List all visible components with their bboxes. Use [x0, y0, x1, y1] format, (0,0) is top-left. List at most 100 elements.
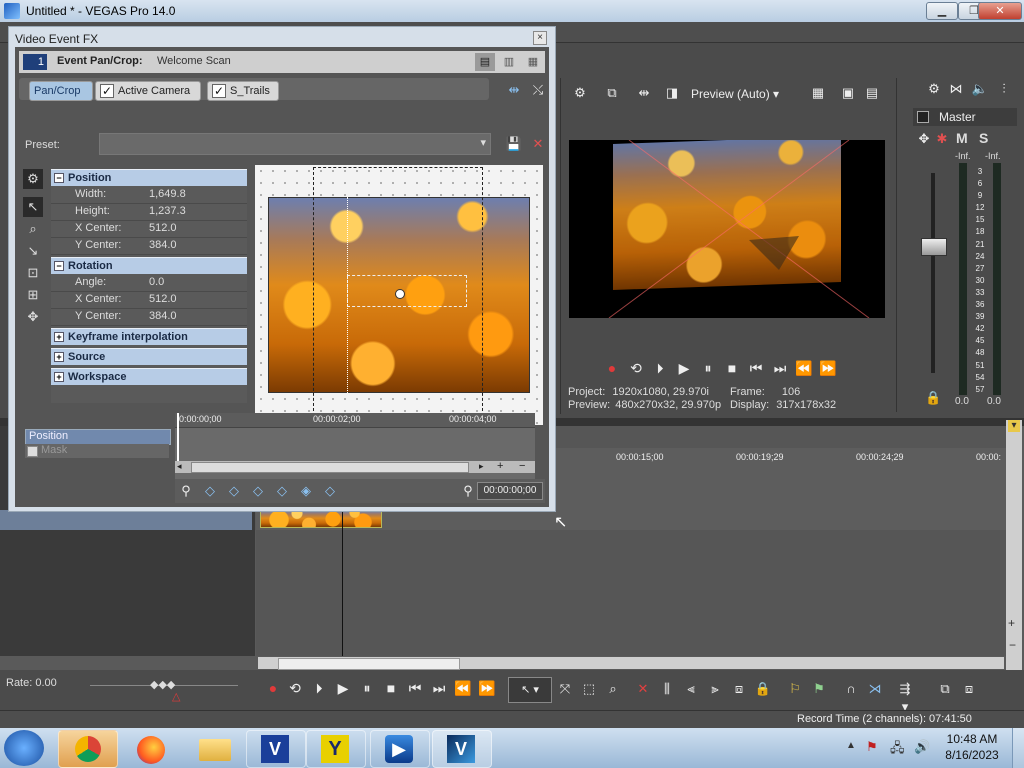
timeline-menu-icon[interactable]: ▾ — [1008, 420, 1020, 432]
playhead-cursor[interactable] — [342, 510, 343, 656]
selection-tool-icon[interactable]: ⬚ — [580, 680, 598, 698]
main-record-button[interactable]: ● — [262, 678, 284, 698]
dim-output-icon[interactable]: 🔈 — [971, 80, 989, 98]
loop-button[interactable]: ⟲ — [625, 358, 647, 378]
center-handle[interactable] — [395, 289, 405, 299]
save-preset-icon[interactable]: 💾 — [505, 135, 523, 153]
main-play-button[interactable]: ▶ — [332, 678, 354, 698]
minimize-button[interactable]: ▁ — [926, 2, 958, 20]
keyframe-time-display[interactable]: 00:00:00;00 — [477, 482, 543, 500]
pan-crop-workspace[interactable] — [255, 165, 543, 425]
main-go-to-start-button[interactable]: ⏮ — [404, 678, 426, 698]
stop-button[interactable]: ■ — [721, 358, 743, 378]
x-center-value[interactable]: 512.0 — [149, 220, 177, 237]
auto-crossfade-icon[interactable]: ⋊ — [866, 680, 884, 698]
split-screen-icon[interactable]: ⇹ — [635, 84, 653, 102]
preset-dropdown[interactable]: ▾ — [99, 133, 491, 155]
ignore-grouping-icon[interactable]: ⧈ — [960, 680, 978, 698]
keyframe-interpolation-header[interactable]: + Keyframe interpolation — [51, 328, 247, 345]
size-about-center-icon[interactable]: ⊞ — [23, 285, 43, 305]
tab-active-camera[interactable]: Active Camera — [95, 81, 201, 101]
kf-scroll-thumb[interactable] — [191, 462, 469, 473]
main-pause-button[interactable]: ⏸ — [356, 678, 378, 698]
main-stop-button[interactable]: ■ — [380, 678, 402, 698]
clock-date[interactable]: 8/16/2023 — [944, 748, 1000, 762]
rotation-y-center-value[interactable]: 384.0 — [149, 308, 177, 325]
move-freely-icon[interactable]: ✥ — [23, 307, 43, 327]
pan-icon[interactable]: ✥ — [915, 130, 933, 148]
explorer-taskbar-button[interactable] — [186, 730, 246, 768]
horizontal-scrollbar[interactable] — [258, 657, 1004, 670]
downmix-icon[interactable]: ⋈ — [947, 80, 965, 98]
show-desktop-button[interactable] — [1012, 728, 1024, 768]
height-value[interactable]: 1,237.3 — [149, 203, 186, 220]
preview-settings-icon[interactable]: ⚙ — [571, 84, 589, 102]
video-event-clip[interactable] — [260, 510, 382, 528]
sync-cursor-icon[interactable]: ↘ — [23, 241, 43, 261]
rotation-section-header[interactable]: − Rotation — [51, 257, 247, 274]
workspace-section-header[interactable]: + Workspace — [51, 368, 247, 385]
action-center-icon[interactable]: ⚑ — [866, 739, 878, 755]
zoom-tool-icon[interactable]: ⌕ — [604, 680, 622, 698]
add-keyframe-icon[interactable]: ◈ — [297, 482, 315, 500]
width-row[interactable]: Width: 1,649.8 — [51, 186, 247, 204]
lock-envelopes-icon[interactable]: ⧉ — [936, 680, 954, 698]
view-list-icon[interactable]: ▤ — [475, 53, 495, 71]
vertical-zoom-scrollbar[interactable]: ▾ + − — [1006, 420, 1022, 672]
volume-icon[interactable]: 🔊 — [914, 739, 930, 755]
tab-pan-crop[interactable]: Pan/Crop — [29, 81, 93, 101]
zoom-out-button[interactable]: − — [1009, 638, 1016, 652]
split-icon[interactable]: ⧈ — [730, 680, 748, 698]
go-to-start-button[interactable]: ⏮ — [745, 358, 767, 378]
width-value[interactable]: 1,649.8 — [149, 186, 186, 203]
lock-aspect-icon[interactable]: ⊡ — [23, 263, 43, 283]
region-icon[interactable]: ⚑ — [810, 680, 828, 698]
keyframe-scrollbar[interactable]: ◂ ▸ + − — [175, 460, 535, 473]
plugin-chain-icon[interactable]: ⇹ — [505, 81, 523, 99]
y-center-row[interactable]: Y Center: 384.0 — [51, 237, 247, 255]
track-header-selected[interactable] — [0, 510, 252, 530]
save-snapshot-icon[interactable]: ▤ — [863, 84, 881, 102]
vegas-y-taskbar-button[interactable]: Y — [306, 730, 366, 768]
main-loop-button[interactable]: ⟲ — [284, 678, 306, 698]
trim-icon[interactable]: ⫼ — [658, 680, 676, 698]
clock-time[interactable]: 10:48 AM — [944, 732, 1000, 746]
active-camera-checkbox[interactable] — [100, 82, 114, 100]
rotation-x-center-row[interactable]: X Center: 512.0 — [51, 291, 247, 309]
sync-cursor-lock-icon[interactable]: ⚲ — [177, 482, 195, 500]
mixer-settings-icon[interactable]: ⚙ — [925, 80, 943, 98]
next-frame-button[interactable]: ⏩ — [817, 358, 839, 378]
height-row[interactable]: Height: 1,237.3 — [51, 203, 247, 221]
tab-s-trails[interactable]: S_Trails — [207, 81, 279, 101]
angle-row[interactable]: Angle: 0.0 — [51, 274, 247, 292]
start-button[interactable] — [4, 730, 44, 766]
kf-scroll-left-icon[interactable]: ◂ — [177, 461, 182, 472]
fx-icon[interactable]: ✱ — [933, 130, 951, 148]
x-center-row[interactable]: X Center: 512.0 — [51, 220, 247, 238]
auto-ripple-icon[interactable]: ⇶ ▾ — [896, 680, 914, 714]
horizontal-scroll-thumb[interactable] — [278, 658, 460, 670]
rotation-y-center-row[interactable]: Y Center: 384.0 — [51, 308, 247, 326]
angle-value[interactable]: 0.0 — [149, 274, 164, 291]
dialog-close-button[interactable]: × — [533, 31, 547, 45]
grid-icon[interactable]: ▦ — [809, 84, 827, 102]
master-fader[interactable] — [921, 238, 947, 256]
rotation-frame[interactable] — [347, 275, 467, 307]
external-monitor-icon[interactable]: ⧉ — [603, 84, 621, 102]
lock-icon[interactable]: 🔒 — [925, 390, 941, 406]
copy-snapshot-icon[interactable]: ▣ — [839, 84, 857, 102]
rotation-x-center-value[interactable]: 512.0 — [149, 291, 177, 308]
kf-zoom-out-icon[interactable]: − — [519, 460, 525, 472]
prev-frame-button[interactable]: ⏪ — [793, 358, 815, 378]
keyframe-cursor[interactable] — [177, 413, 179, 463]
zoom-in-button[interactable]: + — [1008, 616, 1015, 630]
pause-button[interactable]: ⏸ — [697, 358, 719, 378]
zoom-edit-tool-icon[interactable]: ⌕ — [23, 219, 43, 239]
show-hidden-icons[interactable]: ▲ — [846, 740, 856, 751]
rate-reset-marker[interactable]: △ — [172, 690, 180, 703]
envelope-tool-icon[interactable]: ⤧ — [556, 680, 574, 698]
play-button[interactable]: ▶ — [673, 358, 695, 378]
marker-icon[interactable]: ⚐ — [786, 680, 804, 698]
position-section-header[interactable]: − Position — [51, 169, 247, 186]
close-button[interactable]: ✕ — [978, 2, 1022, 20]
